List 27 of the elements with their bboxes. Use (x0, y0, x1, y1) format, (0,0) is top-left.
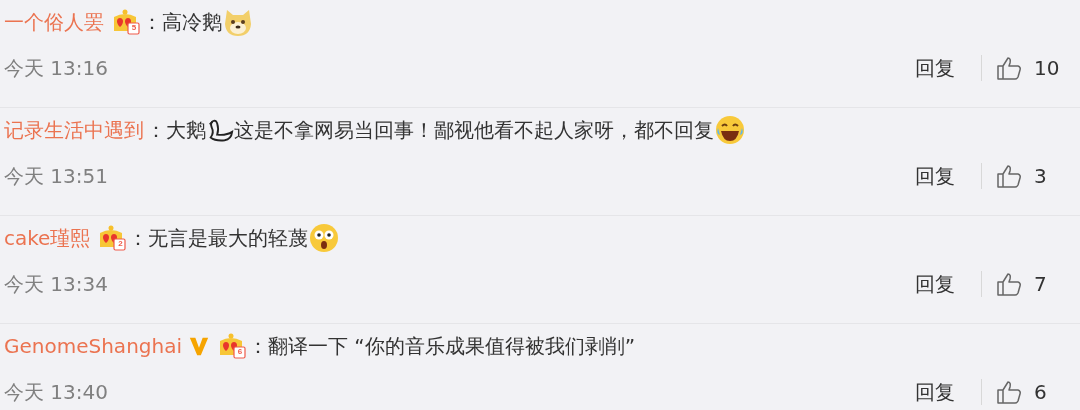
comment-text: 高冷鹅 (162, 8, 222, 36)
thumbs-up-icon[interactable] (996, 271, 1022, 297)
reply-link[interactable]: 回复 (915, 54, 955, 82)
timestamp: 今天 13:40 (4, 378, 108, 406)
colon: ： (128, 224, 149, 252)
like-count: 3 (1034, 164, 1048, 188)
colon: ： (146, 116, 166, 144)
like-count: 7 (1034, 272, 1048, 296)
like-count: 6 (1034, 380, 1048, 404)
comment-text: 无言是最大的轻蔑 (148, 224, 309, 252)
thumbs-up-icon[interactable] (996, 379, 1022, 405)
colon: ： (142, 8, 162, 36)
comment-text: 翻译一下 “你的音乐成果值得被我们剥削” (268, 332, 636, 360)
reply-link[interactable]: 回复 (915, 378, 955, 406)
timestamp: 今天 13:34 (4, 270, 108, 298)
timestamp: 今天 13:16 (4, 54, 108, 82)
timestamp: 今天 13:51 (4, 162, 108, 190)
like-count: 10 (1034, 56, 1060, 80)
reply-link[interactable]: 回复 (915, 162, 955, 190)
thumbs-up-icon[interactable] (996, 55, 1022, 81)
shocked-emoji-icon (308, 222, 341, 254)
thumbs-up-icon[interactable] (996, 163, 1022, 189)
comment-text: 这是不拿网易当回事！鄙视他看不起人家呀，都不回复 (234, 116, 714, 144)
reply-link[interactable]: 回复 (915, 270, 955, 298)
comment-text: 大鹅 (166, 116, 206, 144)
colon: ： (248, 332, 268, 360)
laughing-emoji-icon (714, 114, 746, 146)
